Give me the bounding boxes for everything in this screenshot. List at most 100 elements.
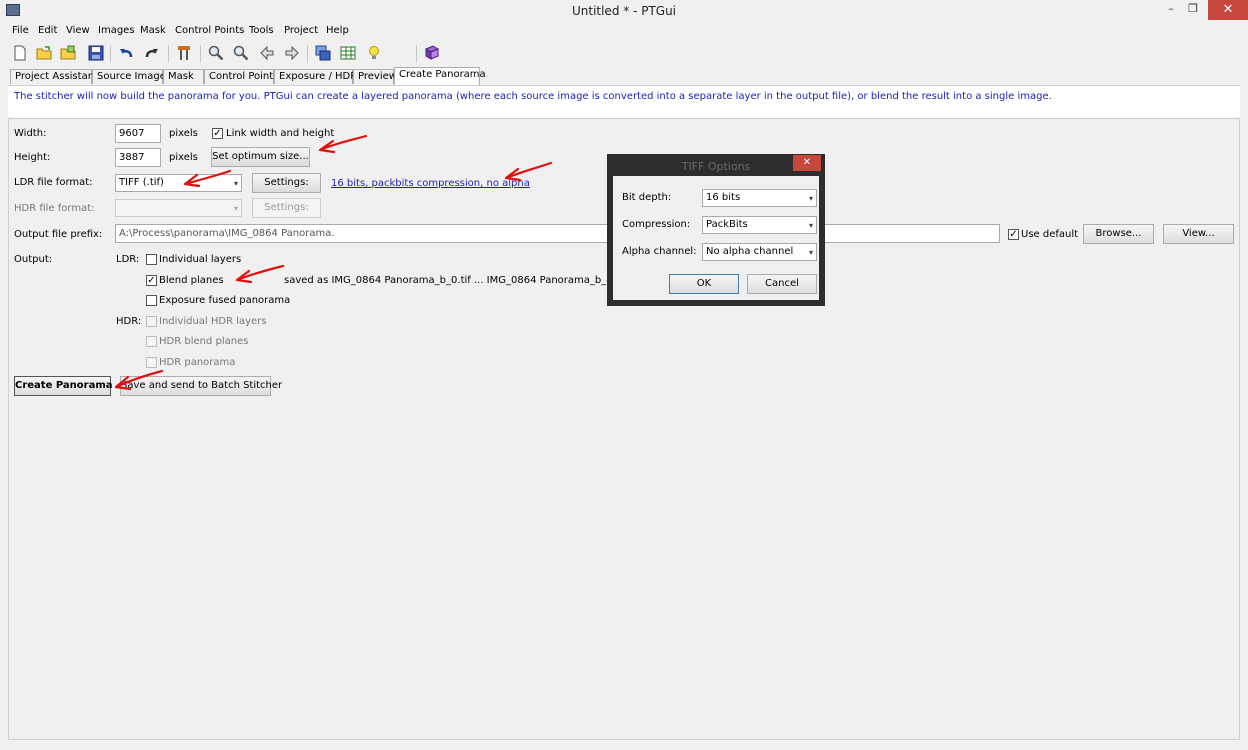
browse-button[interactable]: Browse... xyxy=(1083,224,1154,244)
open-folder-icon[interactable] xyxy=(36,45,52,61)
menu-help[interactable]: Help xyxy=(326,25,349,36)
alpha-channel-label: Alpha channel: xyxy=(622,246,697,257)
chevron-down-icon: ▾ xyxy=(808,221,813,230)
redo-icon[interactable] xyxy=(144,45,160,61)
ldr-format-label: LDR file format: xyxy=(14,177,93,188)
tab-project-assistant[interactable]: Project Assistant xyxy=(10,69,98,84)
zoom-in-icon[interactable] xyxy=(208,45,224,61)
title-bar: Untitled * - PTGui – ❐ ✕ xyxy=(0,0,1248,22)
ldr-settings-link[interactable]: 16 bits, packbits compression, no alpha xyxy=(331,178,530,189)
hdr-blend-planes-checkbox[interactable] xyxy=(146,336,157,347)
menu-bar: File Edit View Images Mask Control Point… xyxy=(0,22,1248,40)
toolbar: 123 xyxy=(0,41,1248,100)
set-optimum-size-button[interactable]: Set optimum size... xyxy=(211,147,310,167)
link-width-height-label: Link width and height xyxy=(226,128,335,139)
zoom-out-icon[interactable] xyxy=(233,45,249,61)
individual-layers-label: Individual layers xyxy=(159,254,242,265)
toolbar-separator xyxy=(110,45,111,63)
individual-hdr-layers-label: Individual HDR layers xyxy=(159,316,267,327)
menu-file[interactable]: File xyxy=(12,25,29,36)
menu-mask[interactable]: Mask xyxy=(140,25,166,36)
dialog-body: Bit depth: 16 bits ▾ Compression: PackBit… xyxy=(613,176,819,300)
chevron-down-icon: ▾ xyxy=(808,248,813,257)
exposure-fused-checkbox[interactable] xyxy=(146,295,157,306)
open-recent-icon[interactable] xyxy=(60,45,76,61)
height-unit: pixels xyxy=(169,152,198,163)
ldr-format-value: TIFF (.tif) xyxy=(119,177,164,188)
cancel-button[interactable]: Cancel xyxy=(747,274,817,294)
toolbar-separator xyxy=(416,45,417,63)
alpha-channel-select[interactable]: No alpha channel ▾ xyxy=(702,243,817,261)
lightbulb-icon[interactable] xyxy=(366,45,382,61)
width-unit: pixels xyxy=(169,128,198,139)
bit-depth-label: Bit depth: xyxy=(622,192,672,203)
compression-select[interactable]: PackBits ▾ xyxy=(702,216,817,234)
height-input[interactable]: 3887 xyxy=(115,148,161,167)
blend-planes-checkbox[interactable]: ✓ xyxy=(146,275,157,286)
tab-preview[interactable]: Preview xyxy=(353,69,397,84)
maximize-button[interactable]: ❐ xyxy=(1185,2,1201,16)
saved-as-text: saved as IMG_0864 Panorama_b_0.tif ... I… xyxy=(284,275,627,286)
close-button[interactable]: ✕ xyxy=(1208,0,1248,20)
ldr-format-select[interactable]: TIFF (.tif) ▾ xyxy=(115,174,242,192)
hdr-panorama-label: HDR panorama xyxy=(159,357,236,368)
tab-source-images[interactable]: Source Images xyxy=(92,69,171,84)
menu-images[interactable]: Images xyxy=(98,25,135,36)
table-icon[interactable] xyxy=(340,45,356,61)
bit-depth-value: 16 bits xyxy=(706,192,741,203)
use-default-checkbox[interactable]: ✓ xyxy=(1008,229,1019,240)
menu-tools[interactable]: Tools xyxy=(249,25,274,36)
create-panorama-button[interactable]: Create Panorama xyxy=(14,376,113,396)
tab-mask[interactable]: Mask xyxy=(163,69,204,84)
toolbar-separator xyxy=(200,45,201,63)
output-label: Output: xyxy=(14,254,53,265)
back-icon[interactable] xyxy=(259,45,275,61)
menu-control-points[interactable]: Control Points xyxy=(175,25,244,36)
height-label: Height: xyxy=(14,152,51,163)
hdr-settings-button[interactable]: Settings: xyxy=(252,198,321,218)
view-button[interactable]: View... xyxy=(1163,224,1234,244)
tools-icon[interactable] xyxy=(176,45,192,61)
undo-icon[interactable] xyxy=(118,45,134,61)
ldr-settings-button[interactable]: Settings: xyxy=(252,173,321,193)
tab-exposure-hdr[interactable]: Exposure / HDR xyxy=(274,69,357,84)
use-default-label: Use default xyxy=(1021,229,1079,240)
output-prefix-input[interactable]: A:\Process\panorama\IMG_0864 Panorama. xyxy=(115,224,1000,243)
menu-view[interactable]: View xyxy=(66,25,90,36)
tab-bar: Project Assistant Source Images Mask Con… xyxy=(0,67,1248,85)
toolbar-separator xyxy=(168,45,169,63)
help-book-icon[interactable] xyxy=(424,45,440,61)
info-text: The stitcher will now build the panorama… xyxy=(14,91,1052,102)
chevron-down-icon: ▾ xyxy=(233,204,238,213)
compression-label: Compression: xyxy=(622,219,691,230)
hdr-format-select[interactable]: ▾ xyxy=(115,199,242,217)
individual-hdr-layers-checkbox[interactable] xyxy=(146,316,157,327)
dialog-close-button[interactable]: ✕ xyxy=(793,155,821,171)
alpha-channel-value: No alpha channel xyxy=(706,246,794,257)
window-title: Untitled * - PTGui xyxy=(571,4,677,18)
tab-control-points[interactable]: Control Points xyxy=(204,69,278,84)
batch-stitcher-button[interactable]: Save and send to Batch Stitcher xyxy=(120,376,282,396)
new-file-icon[interactable] xyxy=(12,45,28,61)
width-input[interactable]: 9607 xyxy=(115,124,161,143)
save-icon[interactable] xyxy=(88,45,104,61)
ok-button[interactable]: OK xyxy=(669,274,739,294)
exposure-fused-label: Exposure fused panorama xyxy=(159,295,291,306)
chevron-down-icon: ▾ xyxy=(808,194,813,203)
tab-create-panorama[interactable]: Create Panorama xyxy=(394,67,486,85)
menu-project[interactable]: Project xyxy=(284,25,318,36)
ldr-output-label: LDR: xyxy=(116,254,140,265)
minimize-button[interactable]: – xyxy=(1163,2,1179,16)
hdr-output-label: HDR: xyxy=(116,316,142,327)
images-icon[interactable] xyxy=(315,45,331,61)
forward-icon[interactable] xyxy=(284,45,300,61)
link-width-height-checkbox[interactable]: ✓ xyxy=(212,128,223,139)
individual-layers-checkbox[interactable] xyxy=(146,254,157,265)
tiff-options-dialog: TIFF Options ✕ Bit depth: 16 bits ▾ Compr… xyxy=(607,154,825,306)
hdr-panorama-checkbox[interactable] xyxy=(146,357,157,368)
bit-depth-select[interactable]: 16 bits ▾ xyxy=(702,189,817,207)
hdr-format-label: HDR file format: xyxy=(14,203,95,214)
blend-planes-label: Blend planes xyxy=(159,275,224,286)
compression-value: PackBits xyxy=(706,219,748,230)
menu-edit[interactable]: Edit xyxy=(38,25,57,36)
